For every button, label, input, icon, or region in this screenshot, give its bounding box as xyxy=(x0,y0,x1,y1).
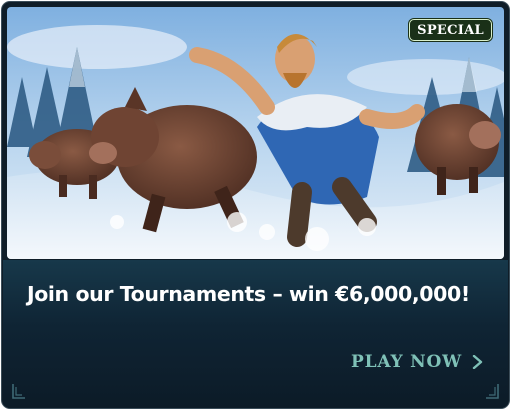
corner-ornament-icon xyxy=(486,384,499,399)
play-now-label: PLAY NOW xyxy=(351,352,462,372)
promo-headline: Join our Tournaments – win €6,000,000! xyxy=(27,282,470,306)
promo-content: Join our Tournaments – win €6,000,000! P… xyxy=(3,260,508,408)
corner-ornament-icon xyxy=(12,384,25,399)
promo-card[interactable]: SPECIAL Join our Tournaments – win €6,00… xyxy=(1,1,510,409)
viking-boar-illustration xyxy=(7,7,504,259)
promo-banner-image[interactable]: SPECIAL xyxy=(7,7,504,259)
chevron-right-icon xyxy=(472,355,483,369)
play-now-button[interactable]: PLAY NOW xyxy=(351,352,484,372)
special-badge: SPECIAL xyxy=(409,19,492,41)
